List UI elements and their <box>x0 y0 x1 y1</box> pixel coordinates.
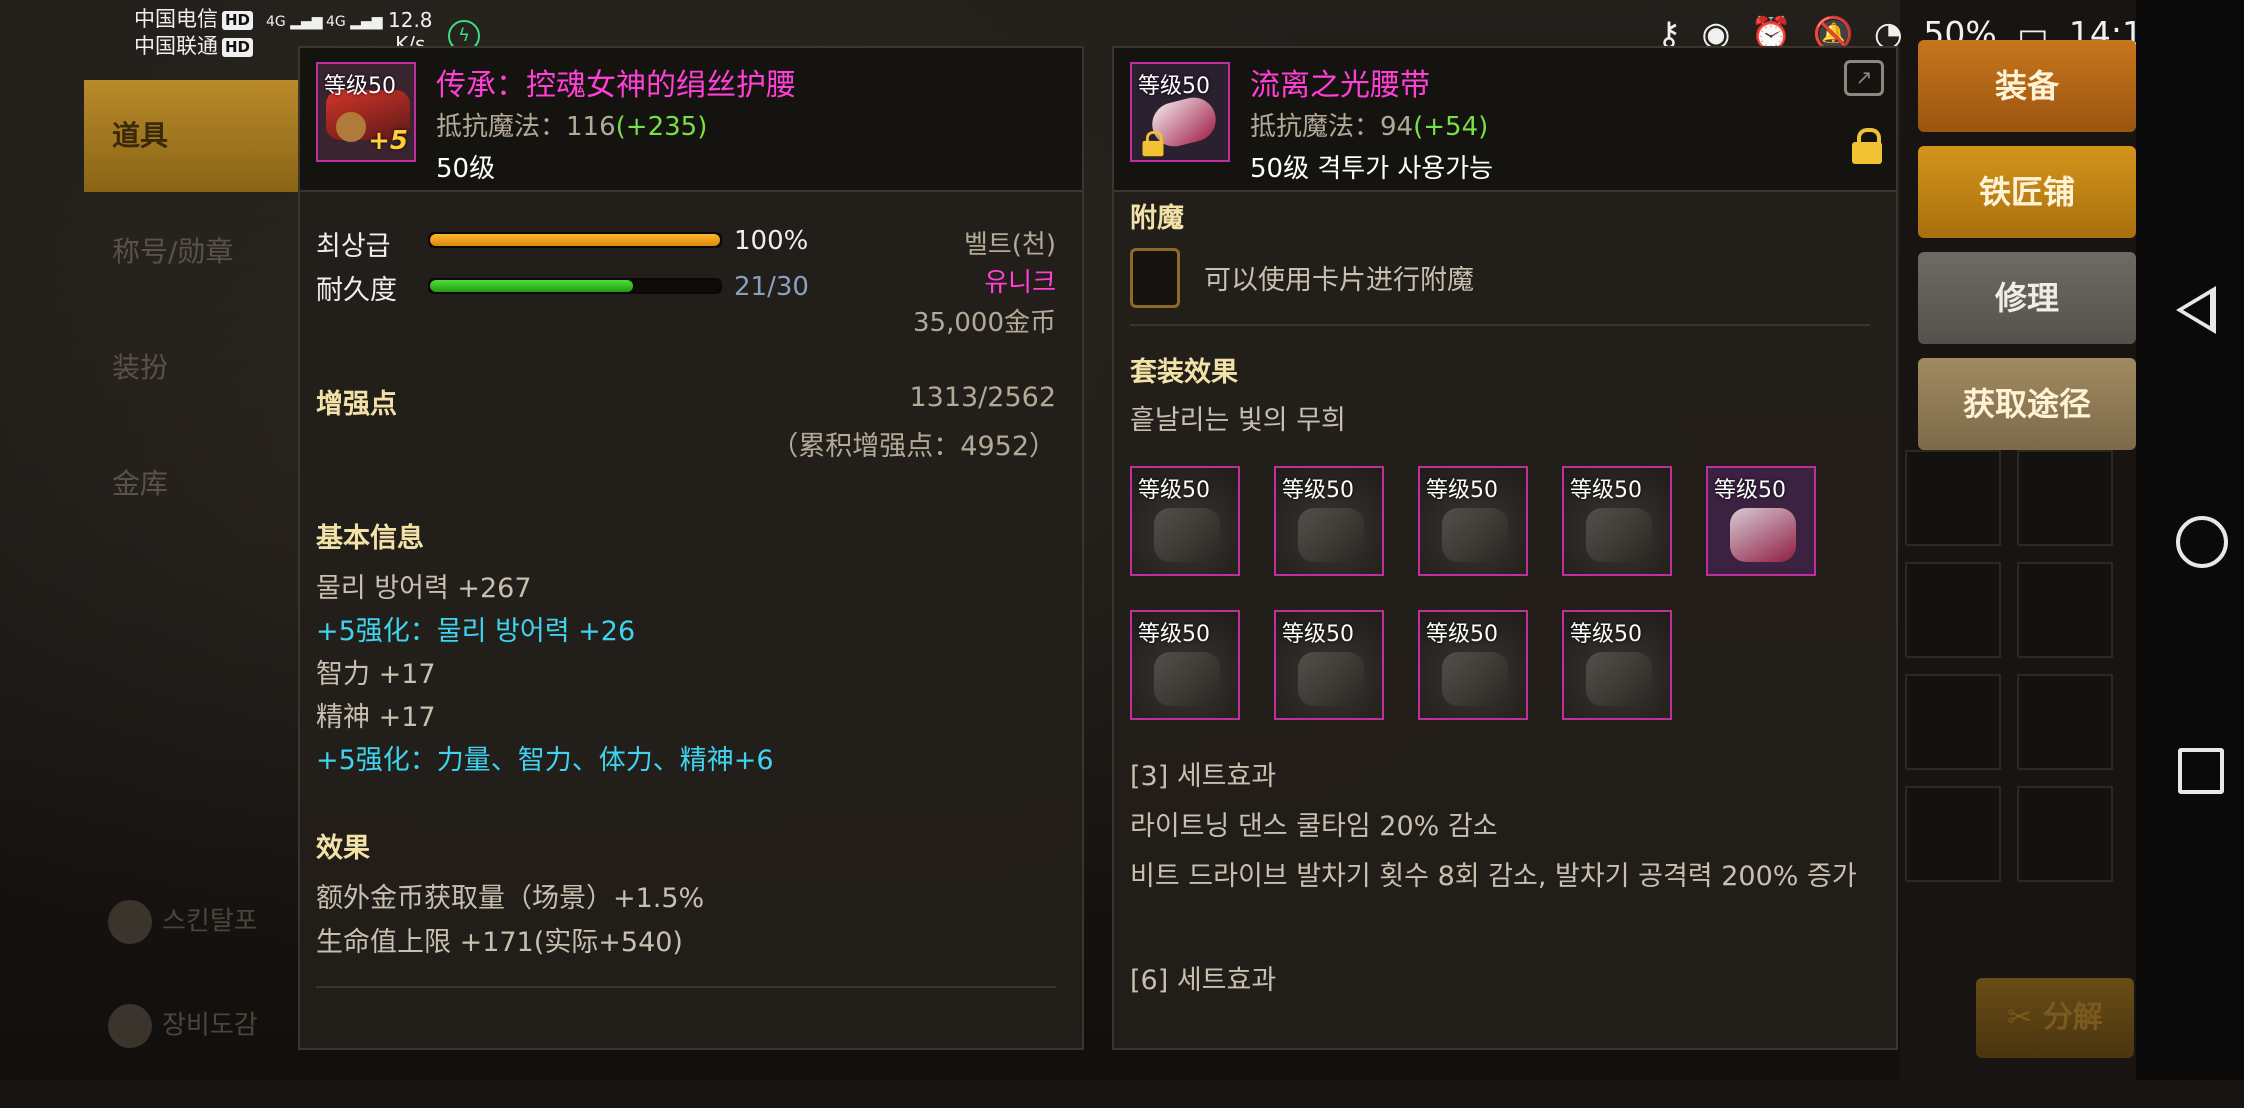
durability-bar <box>428 278 722 294</box>
inventory-slot[interactable] <box>2017 786 2113 882</box>
amp-value: 1313/2562 <box>909 382 1056 413</box>
inventory-slot[interactable] <box>1905 450 2001 546</box>
basic-line: 물리 방어력 +267 <box>316 573 532 604</box>
obtain-route-button[interactable]: 获取途径 <box>1918 358 2136 450</box>
enchant-header: 附魔 <box>1130 203 1184 234</box>
skin-icon <box>108 900 152 944</box>
basic-line: 精神 +17 <box>316 702 436 733</box>
set-slot[interactable]: 等级50 <box>1562 610 1672 720</box>
inventory-slot[interactable] <box>2017 562 2113 658</box>
effect-header: 效果 <box>316 833 370 864</box>
basic-line: +5强化：물리 방어력 +26 <box>316 616 636 647</box>
item-stat: 抵抗魔法：94(+54) <box>1250 112 1489 142</box>
share-icon[interactable]: ↗ <box>1844 60 1884 96</box>
item-tooltip-current: 等级50 +5 传承：控魂女神的绢丝护腰 抵抗魔法：116(+235) 50级 … <box>298 46 1084 1050</box>
lock-icon[interactable] <box>1852 128 1882 164</box>
durability-label: 耐久度 <box>316 275 397 306</box>
set-slot[interactable]: 等级50 <box>1562 466 1672 576</box>
signal-icon: 4G ▂▄▆ <box>266 14 323 30</box>
item-header: 等级50 流离之光腰带 抵抗魔法：94(+54) 50级 격투가 사용가능 ↗ <box>1114 48 1896 192</box>
set-name: 흩날리는 빛의 무희 <box>1130 405 1346 436</box>
inventory-slot[interactable] <box>1905 562 2001 658</box>
amp-header: 增强点 <box>316 389 397 420</box>
divider <box>316 986 1056 988</box>
carrier-info: 中国电信 HD 中国联通 HD <box>134 6 254 60</box>
collection-icon <box>108 1004 152 1048</box>
home-icon[interactable] <box>2176 516 2228 568</box>
enhance-badge: +5 <box>368 126 408 156</box>
item-title: 流离之光腰带 <box>1250 68 1430 103</box>
effect-line: 生命值上限 +171(实际+540) <box>316 927 683 958</box>
signal-icon-2: 4G ▂▄▆ <box>326 14 383 30</box>
item-icon: 等级50 <box>1130 62 1230 162</box>
basic-info-header: 基本信息 <box>316 523 424 554</box>
grade-bar <box>428 232 722 248</box>
grade-percent: 100% <box>734 226 809 256</box>
set-slot[interactable]: 等级50 <box>1418 610 1528 720</box>
decompose-button[interactable]: ✂ 分解 <box>1976 978 2134 1058</box>
inventory-slot[interactable] <box>2017 674 2113 770</box>
item-stat: 抵抗魔法：116(+235) <box>436 112 708 142</box>
skin-menu-item[interactable]: 스킨탈포 <box>108 900 258 944</box>
decompose-icon: ✂ <box>2007 1000 2043 1035</box>
set6-title: [6] 세트효과 <box>1130 965 1277 996</box>
set-header: 套装效果 <box>1130 357 1238 388</box>
inventory-slot[interactable] <box>1905 786 2001 882</box>
item-rarity: 유니크 <box>984 268 1056 298</box>
lock-icon <box>1142 131 1164 157</box>
inventory-slot[interactable] <box>2017 450 2113 546</box>
tab-titles[interactable]: 称号/勋章 <box>84 196 304 308</box>
set3-title: [3] 세트효과 <box>1130 761 1277 792</box>
set3-line: 라이트닝 댄스 쿨타임 20% 감소 <box>1130 811 1498 842</box>
left-bottom-menu: 스킨탈포 장비도감 <box>108 900 258 1108</box>
divider <box>1130 324 1870 326</box>
effect-line: 额外金币获取量（场景）+1.5% <box>316 883 705 914</box>
equip-button[interactable]: 装备 <box>1918 40 2136 132</box>
set-slot[interactable]: 等级50 <box>1130 466 1240 576</box>
amp-total: （累积增强点：4952） <box>771 431 1056 462</box>
set-slot[interactable]: 等级50 <box>1418 466 1528 576</box>
system-navbar <box>2136 0 2244 1080</box>
item-icon: 等级50 +5 <box>316 62 416 162</box>
basic-line: 智力 +17 <box>316 659 436 690</box>
tab-avatar[interactable]: 装扮 <box>84 312 304 424</box>
tab-items[interactable]: 道具 <box>84 80 304 192</box>
item-type: 벨트(천) <box>963 230 1056 260</box>
durability-value: 21/30 <box>734 272 809 302</box>
left-tab-list: 道具 称号/勋章 装扮 金库 <box>84 80 304 544</box>
item-tooltip-compare: 等级50 流离之光腰带 抵抗魔法：94(+54) 50级 격투가 사용가능 ↗ … <box>1112 46 1898 1050</box>
blacksmith-button[interactable]: 铁匠铺 <box>1918 146 2136 238</box>
item-header: 等级50 +5 传承：控魂女神的绢丝护腰 抵抗魔法：116(+235) 50级 <box>300 48 1082 192</box>
collection-menu-item[interactable]: 장비도감 <box>108 1004 258 1048</box>
set-slot[interactable]: 等级50 <box>1274 610 1384 720</box>
inventory-slot[interactable] <box>1905 674 2001 770</box>
item-level: 50级 <box>436 154 496 184</box>
set-slot[interactable]: 等级50 <box>1130 610 1240 720</box>
basic-line: +5强化：力量、智力、体力、精神+6 <box>316 745 774 776</box>
set-slot-current[interactable]: 等级50 <box>1706 466 1816 576</box>
item-title: 传承：控魂女神的绢丝护腰 <box>436 68 796 103</box>
recents-icon[interactable] <box>2178 748 2224 794</box>
repair-button[interactable]: 修理 <box>1918 252 2136 344</box>
item-price: 35,000金币 <box>913 308 1056 338</box>
enchant-slot[interactable] <box>1130 248 1180 308</box>
enchant-hint: 可以使用卡片进行附魔 <box>1204 265 1474 296</box>
tab-vault[interactable]: 金库 <box>84 428 304 540</box>
grade-label: 최상급 <box>316 231 391 262</box>
set3-line: 비트 드라이브 발차기 횟수 8회 감소, 발차기 공격력 200% 증가 <box>1130 861 1857 892</box>
set-slot[interactable]: 等级50 <box>1274 466 1384 576</box>
item-level: 50级 격투가 사용가능 <box>1250 154 1494 184</box>
